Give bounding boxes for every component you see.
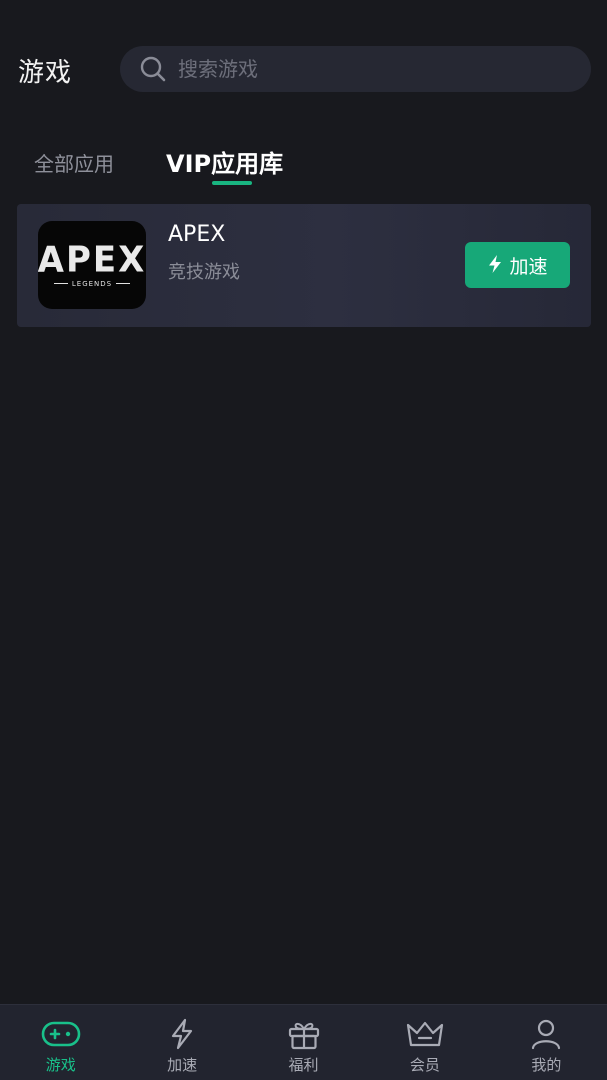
accelerate-button[interactable]: 加速 (465, 242, 570, 288)
game-logo-text: APEX (38, 238, 146, 281)
nav-label-accelerate: 加速 (167, 1056, 198, 1074)
tab-bar: 全部应用 VIP应用库 (0, 140, 607, 190)
bottom-nav: 游戏 加速 福利 会员 我的 (0, 1004, 607, 1080)
nav-item-games[interactable]: 游戏 (0, 1005, 121, 1080)
nav-label-games: 游戏 (45, 1056, 76, 1074)
header: 游戏 (0, 0, 607, 130)
nav-label-profile: 我的 (531, 1056, 562, 1074)
nav-label-membership: 会员 (409, 1056, 440, 1074)
game-name: APEX (168, 222, 226, 247)
tab-vip-library[interactable]: VIP应用库 (166, 144, 283, 179)
lightning-icon (162, 1017, 202, 1051)
search-icon (138, 54, 168, 84)
crown-icon (405, 1017, 445, 1051)
nav-item-membership[interactable]: 会员 (364, 1005, 485, 1080)
logo-divider (116, 283, 131, 284)
active-tab-indicator (212, 181, 252, 185)
search-bar[interactable] (120, 46, 591, 92)
game-card-apex[interactable]: APEX LEGENDS APEX 竞技游戏 加速 (17, 204, 591, 327)
game-icon-apex: APEX LEGENDS (38, 221, 146, 309)
accelerate-label: 加速 (509, 256, 548, 278)
gift-icon (284, 1017, 324, 1051)
nav-item-accelerate[interactable]: 加速 (121, 1005, 242, 1080)
games-page: 游戏 全部应用 VIP应用库 APEX LEGENDS APEX (0, 0, 607, 1080)
gamepad-icon (41, 1017, 81, 1051)
nav-item-benefits[interactable]: 福利 (243, 1005, 364, 1080)
lightning-icon (487, 254, 503, 277)
logo-divider (53, 283, 68, 284)
page-title: 游戏 (18, 58, 73, 88)
search-input[interactable] (178, 57, 558, 81)
game-category: 竞技游戏 (168, 262, 240, 283)
user-icon (526, 1017, 566, 1051)
nav-label-benefits: 福利 (288, 1056, 319, 1074)
nav-item-profile[interactable]: 我的 (486, 1005, 607, 1080)
tab-all-apps[interactable]: 全部应用 (34, 148, 114, 177)
